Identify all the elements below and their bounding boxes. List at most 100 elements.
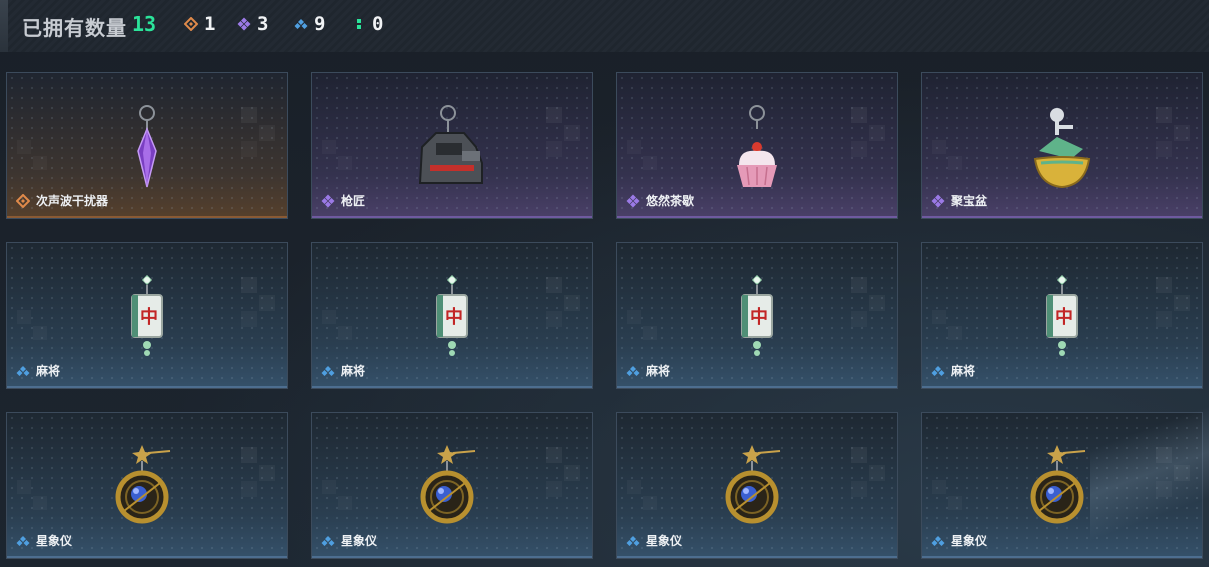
- card-decoration: [241, 107, 277, 157]
- charm-name: 麻将: [646, 364, 671, 378]
- owned-count-label: 已拥有数量: [22, 16, 127, 40]
- charm-card[interactable]: 中麻将: [6, 242, 288, 389]
- charm-label: 星象仪: [626, 532, 682, 549]
- card-decoration: [1156, 107, 1192, 157]
- card-decoration: [627, 480, 661, 514]
- rarity-orange-icon: [16, 193, 30, 208]
- charm-card[interactable]: 悠然茶歇: [616, 72, 898, 219]
- charm-label: 悠然茶歇: [626, 192, 694, 209]
- svg-text:中: 中: [1055, 306, 1073, 328]
- rarity-purple-icon: [321, 194, 335, 207]
- charm-card[interactable]: 中麻将: [311, 242, 593, 389]
- charm-name: 麻将: [36, 364, 61, 378]
- rarity-count-orange: 1: [184, 13, 215, 35]
- charm-card[interactable]: 中麻将: [616, 242, 898, 389]
- card-decoration: [17, 140, 51, 174]
- rarity-count-blue: 9: [294, 13, 325, 35]
- charm-card[interactable]: 星象仪: [6, 412, 288, 559]
- charm-name: 星象仪: [36, 534, 73, 548]
- card-decoration: [322, 140, 356, 174]
- diamond-purple-icon: [237, 17, 251, 31]
- rarity-blue-icon: [321, 535, 335, 546]
- rarity-bar: [312, 556, 592, 558]
- charm-name: 星象仪: [646, 534, 683, 548]
- rarity-purple-icon: [626, 194, 640, 207]
- card-decoration: [932, 480, 966, 514]
- owned-count-total: 13: [132, 12, 157, 36]
- rarity-count-value: 9: [314, 13, 326, 35]
- charm-card[interactable]: 枪匠: [311, 72, 593, 219]
- charm-card[interactable]: 次声波干扰器: [6, 72, 288, 219]
- rarity-purple-icon: [931, 194, 945, 207]
- rarity-blue-icon: [931, 535, 945, 546]
- treasure-bowl-charm-icon: [1027, 103, 1097, 197]
- rarity-bar: [7, 556, 287, 558]
- charm-label: 星象仪: [931, 532, 987, 549]
- charm-label: 麻将: [16, 362, 60, 379]
- rarity-blue-icon: [931, 365, 945, 376]
- rarity-count-value: 0: [372, 13, 384, 35]
- charm-name: 麻将: [341, 364, 366, 378]
- card-decoration: [17, 480, 51, 514]
- astrolabe-charm-icon: [722, 443, 792, 537]
- header-edge: [0, 0, 8, 52]
- dots-green-icon: [357, 19, 361, 29]
- charm-label: 麻将: [931, 362, 975, 379]
- charm-name: 枪匠: [341, 194, 366, 208]
- rarity-bar: [7, 386, 287, 388]
- card-decoration: [546, 277, 582, 327]
- charm-label: 星象仪: [321, 532, 377, 549]
- charm-name: 次声波干扰器: [36, 194, 109, 208]
- svg-text:中: 中: [140, 306, 158, 328]
- card-decoration: [851, 107, 887, 157]
- rarity-count-value: 1: [204, 13, 216, 35]
- charm-card[interactable]: 聚宝盆: [921, 72, 1203, 219]
- rarity-bar: [312, 216, 592, 218]
- card-decoration: [851, 447, 887, 497]
- astrolabe-charm-icon: [112, 443, 182, 537]
- rarity-count-green: 0: [352, 13, 383, 35]
- charm-name: 星象仪: [951, 534, 988, 548]
- charm-card[interactable]: 星象仪: [616, 412, 898, 559]
- rarity-bar: [922, 556, 1202, 558]
- card-decoration: [932, 310, 966, 344]
- rarity-bar: [617, 216, 897, 218]
- rarity-count-value: 3: [257, 13, 269, 35]
- charm-card[interactable]: 中麻将: [921, 242, 1203, 389]
- charm-label: 次声波干扰器: [16, 192, 108, 209]
- card-decoration: [546, 107, 582, 157]
- diamond-orange-icon: [184, 17, 198, 31]
- charm-name: 聚宝盆: [951, 194, 988, 208]
- charm-label: 星象仪: [16, 532, 72, 549]
- card-decoration: [241, 277, 277, 327]
- charm-label: 麻将: [321, 362, 365, 379]
- card-decoration: [1156, 277, 1192, 327]
- charm-label: 麻将: [626, 362, 670, 379]
- charm-name: 星象仪: [341, 534, 378, 548]
- rarity-blue-icon: [626, 365, 640, 376]
- card-decoration: [851, 277, 887, 327]
- charm-label: 聚宝盆: [931, 192, 987, 209]
- card-decoration: [322, 310, 356, 344]
- card-decoration: [627, 310, 661, 344]
- owned-count-header: 已拥有数量 13 1 3 9 0: [0, 0, 1209, 52]
- rarity-blue-icon: [16, 365, 30, 376]
- rarity-blue-icon: [321, 365, 335, 376]
- charm-card[interactable]: 星象仪: [921, 412, 1203, 559]
- gun-part-charm-icon: [412, 103, 492, 197]
- mahjong-tile-charm-icon: 中: [427, 273, 477, 367]
- mahjong-tile-charm-icon: 中: [122, 273, 172, 367]
- rarity-bar: [312, 386, 592, 388]
- mahjong-tile-charm-icon: 中: [1037, 273, 1087, 367]
- charm-card[interactable]: 星象仪: [311, 412, 593, 559]
- card-decoration: [322, 480, 356, 514]
- charm-name: 麻将: [951, 364, 976, 378]
- rarity-bar: [617, 556, 897, 558]
- diamond-blue-icon: [294, 19, 308, 29]
- astrolabe-charm-icon: [1027, 443, 1097, 537]
- rarity-bar: [922, 216, 1202, 218]
- mahjong-tile-charm-icon: 中: [732, 273, 782, 367]
- svg-text:中: 中: [750, 306, 768, 328]
- collection-screen: 已拥有数量 13 1 3 9 0 次声波干扰器 枪匠 悠然茶歇 聚宝盆 中 麻将…: [0, 0, 1209, 567]
- rarity-bar: [617, 386, 897, 388]
